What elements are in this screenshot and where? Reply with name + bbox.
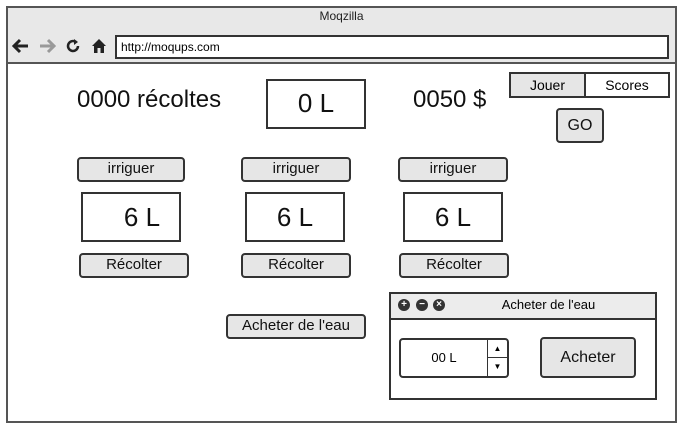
dialog-maximize-icon[interactable]: + bbox=[398, 299, 410, 311]
harvest-button[interactable]: Récolter bbox=[79, 253, 189, 278]
dialog-minimize-icon[interactable]: − bbox=[416, 299, 428, 311]
money-display: 0050 $ bbox=[413, 86, 487, 113]
plot-water-display: 6 L bbox=[403, 192, 503, 242]
irrigate-button[interactable]: irriguer bbox=[241, 157, 351, 182]
buy-button[interactable]: Acheter bbox=[540, 337, 636, 378]
forward-arrow-icon[interactable] bbox=[37, 36, 57, 56]
tab-jouer[interactable]: Jouer bbox=[509, 72, 586, 98]
plot-water-display: 6 L bbox=[245, 192, 345, 242]
harvest-count: 0000 récoltes bbox=[77, 86, 222, 113]
water-total-display: 0 L bbox=[266, 79, 366, 129]
stepper-up-icon[interactable]: ▲ bbox=[488, 340, 507, 358]
window-title: Moqzilla bbox=[319, 9, 364, 23]
buy-water-button[interactable]: Acheter de l'eau bbox=[226, 314, 366, 339]
quantity-input[interactable]: 00 L bbox=[401, 340, 487, 376]
back-arrow-icon[interactable] bbox=[11, 36, 31, 56]
tab-scores[interactable]: Scores bbox=[584, 72, 670, 98]
irrigate-button[interactable]: irriguer bbox=[77, 157, 185, 182]
address-bar[interactable]: http://moqups.com bbox=[115, 35, 669, 59]
harvest-button[interactable]: Récolter bbox=[399, 253, 509, 278]
dialog-title: Acheter de l'eau bbox=[501, 297, 596, 312]
reload-icon[interactable] bbox=[63, 36, 83, 56]
plot-water-display: 6 L bbox=[81, 192, 181, 242]
home-icon[interactable] bbox=[89, 36, 109, 56]
irrigate-button[interactable]: irriguer bbox=[398, 157, 508, 182]
stepper-down-icon[interactable]: ▼ bbox=[488, 358, 507, 376]
go-button[interactable]: GO bbox=[556, 108, 604, 143]
harvest-button[interactable]: Récolter bbox=[241, 253, 351, 278]
